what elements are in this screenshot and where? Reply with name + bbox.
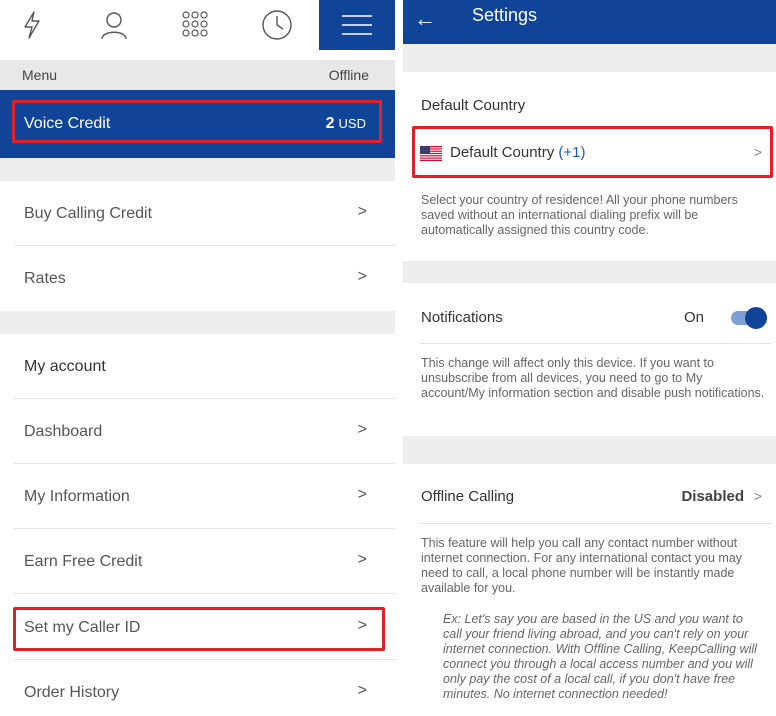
settings-screen: ← Settings Default Country Default Count… bbox=[403, 0, 776, 716]
highlight-caller-id bbox=[13, 607, 385, 651]
default-country-section-title: Default Country bbox=[421, 97, 526, 114]
menu-item-dashboard[interactable]: Dashboard > bbox=[0, 399, 395, 464]
section-gap bbox=[0, 311, 395, 334]
flash-icon[interactable] bbox=[10, 0, 54, 50]
chevron-right-icon: > bbox=[357, 421, 367, 438]
menu-status-strip: Menu Offline bbox=[0, 60, 395, 90]
chevron-right-icon: > bbox=[357, 203, 367, 220]
section-gap bbox=[403, 44, 776, 72]
section-gap bbox=[0, 158, 395, 181]
menu-item-earn-free-credit[interactable]: Earn Free Credit > bbox=[0, 529, 395, 594]
dialpad-icon[interactable] bbox=[173, 0, 217, 50]
top-nav-bar bbox=[0, 0, 395, 58]
menu-item-label: Dashboard bbox=[24, 423, 103, 440]
divider bbox=[419, 343, 772, 344]
chevron-right-icon[interactable]: > bbox=[754, 488, 762, 504]
my-account-heading: My account bbox=[0, 334, 395, 399]
menu-item-order-history[interactable]: Order History > bbox=[0, 660, 395, 716]
menu-item-label: Earn Free Credit bbox=[24, 553, 143, 570]
notifications-toggle[interactable] bbox=[731, 307, 767, 329]
menu-item-label: Order History bbox=[24, 684, 120, 701]
offline-calling-note: This feature will help you call any cont… bbox=[421, 536, 743, 595]
offline-calling-example: Ex: Let's say you are based in the US an… bbox=[443, 612, 757, 701]
contact-icon[interactable] bbox=[92, 0, 136, 50]
divider bbox=[14, 593, 395, 594]
notifications-note: This change will affect only this device… bbox=[421, 356, 765, 400]
chevron-right-icon: > bbox=[357, 682, 367, 699]
divider bbox=[419, 523, 772, 524]
chevron-right-icon: > bbox=[357, 486, 367, 503]
section-heading: My account bbox=[24, 358, 106, 375]
back-arrow-icon[interactable]: ← bbox=[414, 6, 436, 32]
highlight-voice-credit bbox=[12, 100, 382, 143]
highlight-default-country bbox=[412, 126, 773, 178]
offline-status: Offline bbox=[328, 67, 369, 83]
settings-header: ← Settings bbox=[403, 0, 776, 44]
default-country-note: Select your country of residence! All yo… bbox=[421, 193, 738, 237]
notifications-state-label: On bbox=[683, 309, 704, 326]
hamburger-menu-icon[interactable] bbox=[319, 0, 395, 50]
section-gap bbox=[403, 436, 776, 464]
menu-item-rates[interactable]: Rates > bbox=[0, 246, 395, 311]
menu-label: Menu bbox=[22, 67, 58, 83]
toggle-knob bbox=[745, 307, 767, 329]
section-gap bbox=[403, 261, 776, 283]
notifications-label: Notifications bbox=[421, 309, 503, 326]
menu-item-label: Buy Calling Credit bbox=[24, 205, 153, 222]
menu-item-label: My Information bbox=[24, 488, 130, 505]
menu-screen: Menu Offline Voice Credit 2 USD Buy Calli… bbox=[0, 0, 395, 716]
page-title: Settings bbox=[472, 5, 538, 25]
offline-calling-label: Offline Calling bbox=[421, 488, 515, 505]
menu-item-label: Rates bbox=[24, 270, 66, 287]
chevron-right-icon: > bbox=[357, 268, 367, 285]
offline-calling-value[interactable]: Disabled bbox=[681, 488, 744, 505]
history-clock-icon[interactable] bbox=[255, 0, 299, 50]
chevron-right-icon: > bbox=[357, 551, 367, 568]
menu-item-my-information[interactable]: My Information > bbox=[0, 464, 395, 529]
menu-item-buy-calling-credit[interactable]: Buy Calling Credit > bbox=[0, 181, 395, 246]
